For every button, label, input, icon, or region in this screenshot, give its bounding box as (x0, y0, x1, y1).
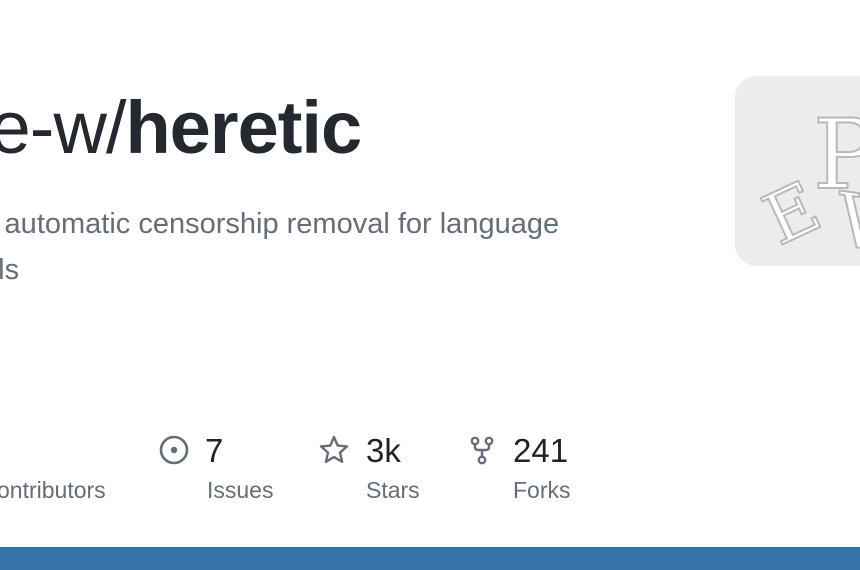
contributors-label: ontributors (0, 477, 106, 503)
repo-title[interactable]: -e-w/heretic (0, 82, 362, 174)
repo-description: y automatic censorship removal for langu… (0, 201, 632, 293)
repo-name[interactable]: heretic (125, 86, 362, 169)
repo-owner[interactable]: -e-w/ (0, 86, 126, 169)
stars-count: 3k (366, 432, 401, 469)
forks-count: 241 (513, 432, 569, 469)
repo-description-line-2: els (0, 254, 20, 286)
issues-count: 7 (205, 432, 224, 469)
issues-label: Issues (207, 477, 274, 503)
star-icon (318, 434, 350, 466)
stars-label: Stars (366, 477, 420, 503)
owner-avatar[interactable]: P E V (735, 76, 860, 266)
avatar-image: P E V (735, 76, 860, 266)
issue-opened-icon (158, 434, 190, 466)
repo-forked-icon (466, 434, 498, 466)
repo-social-card: -e-w/heretic y automatic censorship remo… (0, 0, 860, 570)
repo-description-line-1: y automatic censorship removal for langu… (0, 208, 560, 240)
language-color-bar (0, 547, 860, 570)
forks-label: Forks (513, 477, 571, 503)
